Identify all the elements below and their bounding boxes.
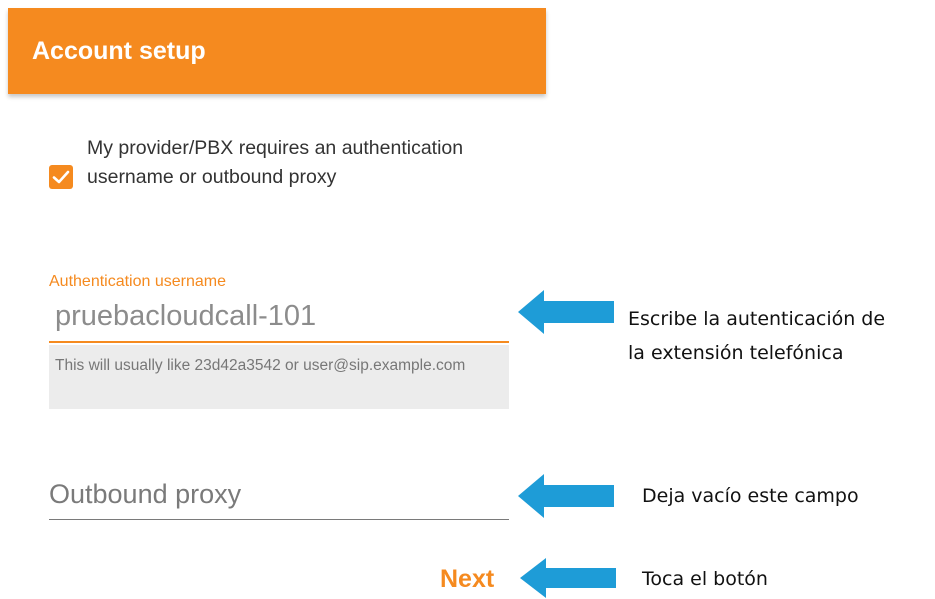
- app-bar-title: Account setup: [32, 37, 206, 65]
- screen: Account setup My provider/PBX requires a…: [0, 0, 935, 599]
- arrow-left-icon: [520, 558, 616, 598]
- checkbox-label[interactable]: My provider/PBX requires an authenticati…: [87, 134, 507, 192]
- annotation-auth-line2: la extensión telefónica: [628, 342, 844, 364]
- auth-username-input[interactable]: [49, 291, 509, 343]
- arrow-left-icon: [518, 290, 614, 334]
- annotation-auth-line1: Escribe la autenticación de: [628, 308, 886, 330]
- arrow-left-icon: [518, 474, 614, 518]
- checkmark-icon: [52, 170, 70, 184]
- app-bar: Account setup: [8, 8, 546, 94]
- auth-username-label: Authentication username: [49, 273, 226, 290]
- outbound-proxy-input[interactable]: [49, 470, 509, 520]
- annotation-proxy: Deja vacío este campo: [642, 485, 859, 507]
- provider-checkbox[interactable]: [49, 165, 73, 189]
- next-button[interactable]: Next: [440, 560, 494, 598]
- auth-username-hint: This will usually like 23d42a3542 or use…: [49, 345, 509, 409]
- annotation-next: Toca el botón: [642, 568, 768, 590]
